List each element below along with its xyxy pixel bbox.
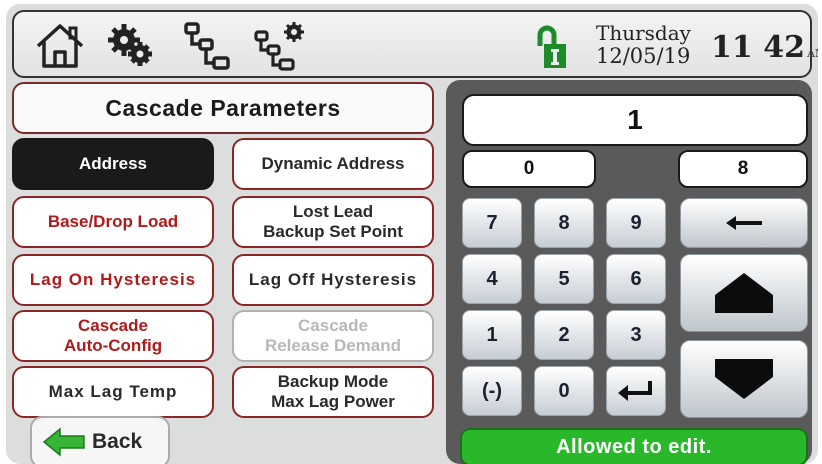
app-screen: Thursday 12/05/19 11 42AM Cascade Parame…: [6, 4, 818, 464]
key-8[interactable]: 8: [534, 198, 594, 248]
key-7[interactable]: 7: [462, 198, 522, 248]
cascade-auto-config-label: Cascade Auto-Config: [63, 316, 163, 355]
lost-lead-backup-set-point-button[interactable]: Lost Lead Backup Set Point: [232, 196, 434, 248]
lost-lead-backup-set-point-label: Lost Lead Backup Set Point: [263, 202, 403, 241]
ampm-label: AM: [806, 47, 818, 60]
cascade-auto-config-button[interactable]: Cascade Auto-Config: [12, 310, 214, 362]
backup-mode-max-lag-power-button[interactable]: Backup Mode Max Lag Power: [232, 366, 434, 418]
key-2[interactable]: 2: [534, 310, 594, 360]
lag-on-hysteresis-label: Lag On Hysteresis: [29, 270, 197, 289]
key-5[interactable]: 5: [534, 254, 594, 304]
settings-gears-icon[interactable]: [102, 20, 158, 72]
down-arrow-icon: [715, 359, 773, 399]
date-display: Thursday 12/05/19: [596, 22, 706, 68]
enter-button[interactable]: [606, 366, 666, 416]
lag-off-hysteresis-button[interactable]: Lag Off Hysteresis: [232, 254, 434, 306]
network-icon[interactable]: [180, 20, 236, 72]
base-drop-load-label: Base/Drop Load: [47, 212, 179, 231]
key-negative[interactable]: (-): [462, 366, 522, 416]
lag-off-hysteresis-label: Lag Off Hysteresis: [248, 270, 418, 289]
base-drop-load-button[interactable]: Base/Drop Load: [12, 196, 214, 248]
back-arrow-icon: [42, 427, 85, 457]
day-label: Thursday: [596, 21, 691, 45]
increment-button[interactable]: [680, 254, 808, 332]
cascade-release-demand-button: Cascade Release Demand: [232, 310, 434, 362]
back-label: Back: [92, 430, 143, 453]
decrement-button[interactable]: [680, 340, 808, 418]
edit-status-bar: Allowed to edit.: [460, 428, 808, 464]
backspace-arrow-icon: [726, 216, 762, 230]
max-lag-temp-label: Max Lag Temp: [48, 382, 178, 401]
max-value: 8: [678, 150, 808, 188]
up-arrow-icon: [715, 273, 773, 313]
clock: 11 42AM: [711, 30, 818, 65]
lag-on-hysteresis-button[interactable]: Lag On Hysteresis: [12, 254, 214, 306]
backup-mode-max-lag-power-label: Backup Mode Max Lag Power: [271, 372, 395, 411]
min-value: 0: [462, 150, 596, 188]
dynamic-address-button[interactable]: Dynamic Address: [232, 138, 434, 190]
page-title: Cascade Parameters: [12, 82, 434, 134]
home-icon[interactable]: [32, 20, 88, 72]
network-settings-icon[interactable]: [252, 20, 308, 72]
key-9[interactable]: 9: [606, 198, 666, 248]
time-label: 11 42: [711, 30, 805, 65]
back-button[interactable]: Back: [30, 416, 170, 464]
backspace-button[interactable]: [680, 198, 808, 248]
key-4[interactable]: 4: [462, 254, 522, 304]
key-3[interactable]: 3: [606, 310, 666, 360]
value-display: 1: [462, 94, 808, 146]
cascade-release-demand-label: Cascade Release Demand: [264, 316, 402, 355]
key-0[interactable]: 0: [534, 366, 594, 416]
keypad-panel: 1 0 8 7 8 9 4 5 6 1 2 3 (-) 0 Allowed to…: [446, 80, 812, 464]
key-1[interactable]: 1: [462, 310, 522, 360]
key-6[interactable]: 6: [606, 254, 666, 304]
address-label: Address: [78, 154, 148, 173]
lock-icon: [532, 24, 568, 70]
date-label: 12/05/19: [596, 44, 691, 68]
enter-icon: [618, 381, 652, 401]
top-bar: Thursday 12/05/19 11 42AM: [12, 10, 818, 78]
max-lag-temp-button[interactable]: Max Lag Temp: [12, 366, 214, 418]
dynamic-address-label: Dynamic Address: [261, 154, 405, 173]
address-button[interactable]: Address: [12, 138, 214, 190]
